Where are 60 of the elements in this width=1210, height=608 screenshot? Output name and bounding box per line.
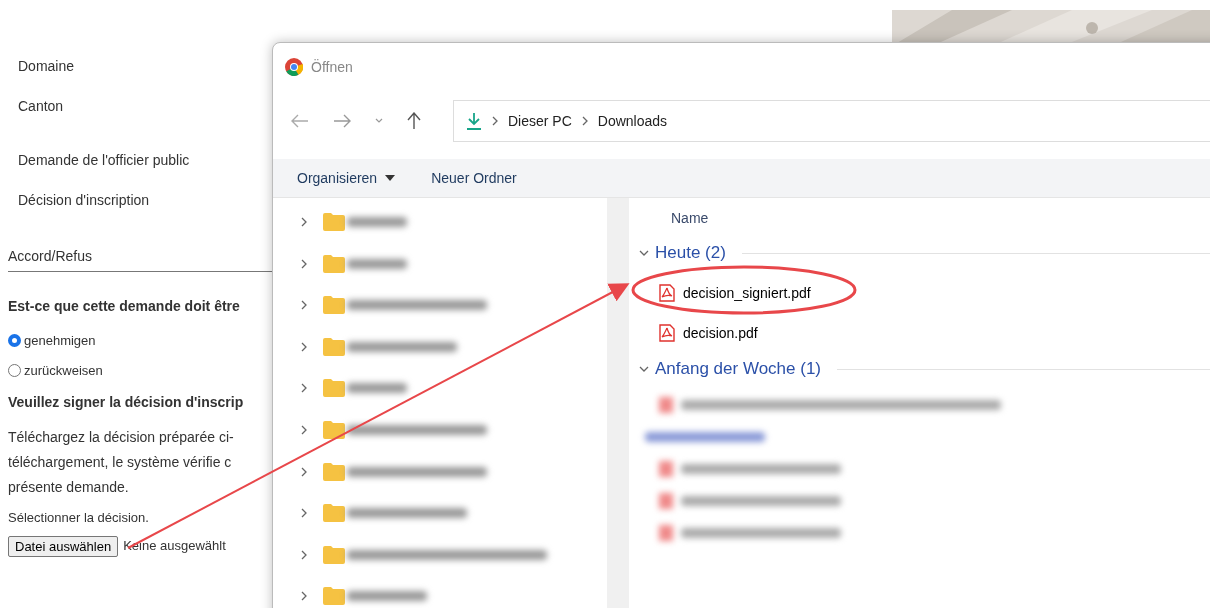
group-header[interactable]: Anfang der Woche (1) bbox=[655, 356, 821, 382]
chevron-icon[interactable] bbox=[299, 591, 309, 602]
chevron-icon[interactable] bbox=[639, 364, 649, 374]
paragraph-line: présente demande. bbox=[8, 478, 130, 497]
section-heading: Veuillez signer la décision d'inscrip bbox=[8, 393, 245, 412]
field-label: Décision d'inscription bbox=[18, 191, 151, 210]
browser-logo-icon bbox=[285, 58, 303, 76]
field-label: Canton bbox=[18, 97, 65, 116]
paragraph-line: Téléchargez la décision préparée ci- bbox=[8, 428, 235, 447]
chevron-icon[interactable] bbox=[639, 248, 649, 258]
folder-icon bbox=[323, 213, 345, 231]
chevron-icon[interactable] bbox=[299, 341, 309, 352]
paragraph-line: téléchargement, le système vérifie c bbox=[8, 453, 233, 472]
chevron-icon[interactable] bbox=[299, 549, 309, 560]
folder-icon bbox=[323, 462, 345, 481]
group-header[interactable]: Heute (2) bbox=[655, 240, 726, 266]
chevron-icon[interactable] bbox=[299, 258, 309, 269]
section-title: Accord/Refus bbox=[8, 248, 93, 264]
pdf-file-icon bbox=[659, 284, 675, 302]
folder-icon bbox=[323, 587, 345, 606]
choose-file-button[interactable]: Datei auswählen bbox=[8, 535, 119, 557]
radio-option[interactable]: zurückweisen bbox=[8, 360, 272, 380]
forward-arrow-icon[interactable] bbox=[333, 114, 351, 128]
window-title: Öffnen bbox=[311, 57, 353, 77]
folder-icon bbox=[323, 379, 345, 398]
folder-icon bbox=[323, 545, 345, 564]
folder-icon bbox=[323, 504, 345, 523]
download-icon bbox=[466, 112, 482, 130]
chevron-icon bbox=[581, 116, 588, 126]
radio-option[interactable]: genehmigen bbox=[8, 331, 272, 351]
dropdown-caret-icon[interactable] bbox=[375, 118, 383, 124]
chevron-icon[interactable] bbox=[299, 217, 309, 227]
organize-menu[interactable]: Organisieren bbox=[297, 167, 396, 189]
file-label: Sélectionner la décision. bbox=[8, 509, 150, 527]
chevron-icon[interactable] bbox=[299, 424, 309, 435]
pdf-file-icon bbox=[659, 324, 675, 342]
chevron-icon[interactable] bbox=[299, 508, 309, 519]
folder-icon bbox=[323, 254, 345, 273]
redacted-name bbox=[347, 217, 407, 227]
redacted-name bbox=[347, 258, 407, 269]
breadcrumb-item[interactable]: Downloads bbox=[597, 110, 668, 132]
chevron-icon bbox=[492, 116, 498, 126]
folder-icon bbox=[323, 420, 345, 439]
file-row[interactable]: decision.pdf bbox=[659, 321, 1210, 345]
folder-icon bbox=[323, 296, 345, 315]
address-bar[interactable]: Dieser PC Downloads bbox=[453, 100, 1210, 142]
field-label: Domaine bbox=[18, 57, 76, 76]
file-row[interactable]: decision_signiert.pdf bbox=[659, 281, 1210, 305]
field-label: Demande de l'officier public bbox=[18, 151, 191, 170]
caret-icon bbox=[385, 175, 396, 181]
column-header[interactable]: Name bbox=[671, 208, 1210, 229]
question-text: Est-ce que cette demande doit être bbox=[8, 297, 241, 316]
new-folder-button[interactable]: Neuer Ordner bbox=[431, 167, 517, 189]
chevron-icon[interactable] bbox=[299, 383, 309, 394]
chevron-icon[interactable] bbox=[299, 466, 309, 477]
folder-icon bbox=[323, 337, 345, 356]
chevron-icon[interactable] bbox=[299, 300, 309, 311]
breadcrumb-item[interactable]: Dieser PC bbox=[508, 110, 572, 132]
up-arrow-icon[interactable] bbox=[407, 112, 421, 130]
redacted-name bbox=[347, 383, 407, 394]
